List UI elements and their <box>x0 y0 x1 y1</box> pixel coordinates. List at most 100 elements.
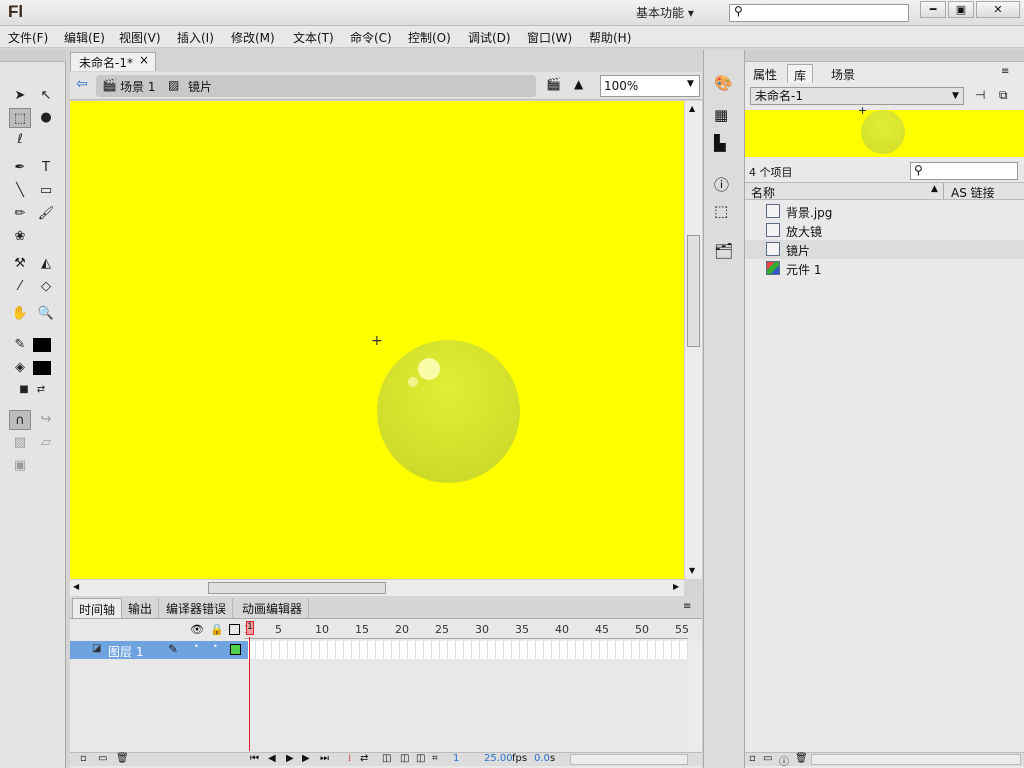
scroll-down-icon[interactable]: ▼ <box>689 566 695 575</box>
outline-icon[interactable] <box>229 624 240 635</box>
tab-timeline[interactable]: 时间轴 <box>72 598 123 618</box>
workspace-switcher[interactable]: 基本功能 ▾ <box>636 4 694 21</box>
swap-colors-icon[interactable]: ⇄ <box>30 380 52 400</box>
menu-text[interactable]: 文本(T) <box>293 29 334 46</box>
pin-library-icon[interactable]: ⊣ <box>975 88 985 102</box>
edit-symbols-icon[interactable]: ▲ <box>574 77 583 91</box>
play-icon[interactable]: ▶ <box>286 753 294 764</box>
timeline-horizontal-scrollbar[interactable] <box>570 754 688 765</box>
lock-dot[interactable]: • <box>213 642 218 651</box>
new-folder-icon[interactable]: ▭ <box>98 753 107 764</box>
minimize-button[interactable]: ━ <box>920 1 946 18</box>
stage[interactable]: + <box>70 101 684 579</box>
back-arrow-icon[interactable]: ⇦ <box>76 76 88 92</box>
scroll-up-icon[interactable]: ▲ <box>689 104 695 113</box>
library-search-input[interactable]: ⚲ <box>910 162 1018 180</box>
lens-bubble[interactable] <box>377 340 520 483</box>
menu-control[interactable]: 控制(O) <box>408 29 451 46</box>
frame-ruler[interactable]: 1 5 10 15 20 25 30 35 40 45 50 55 <box>244 621 689 639</box>
document-tab-close-icon[interactable]: × <box>139 53 149 67</box>
current-frame-readout[interactable]: 1 <box>453 753 459 764</box>
panel-menu-icon[interactable]: ≡ <box>683 601 691 612</box>
zoom-select[interactable]: 100% ▼ <box>600 75 700 97</box>
rectangle-tool-icon[interactable]: ▭ <box>35 181 57 201</box>
close-button[interactable]: ✕ <box>976 1 1020 18</box>
delete-layer-icon[interactable]: 🗑 <box>116 753 129 764</box>
rotate-skew-icon[interactable]: ▱ <box>35 433 57 453</box>
vertical-scroll-thumb[interactable] <box>687 235 700 347</box>
deco-tool-icon[interactable]: ❀ <box>9 227 31 247</box>
lock-icon[interactable]: 🔒 <box>210 623 224 636</box>
step-forward-icon[interactable]: ▶ <box>302 753 310 764</box>
library-item[interactable]: 背景.jpg <box>745 202 1024 221</box>
loop-icon[interactable]: ⇄ <box>360 753 368 764</box>
scroll-left-icon[interactable]: ◀ <box>73 582 79 591</box>
delete-icon[interactable]: 🗑 <box>795 753 808 764</box>
fill-color-swatch[interactable] <box>33 361 51 375</box>
lasso-tool-icon[interactable]: ℓ <box>9 130 31 150</box>
zoom-tool-icon[interactable]: 🔍 <box>35 304 57 324</box>
layer-name[interactable]: 图层 1 <box>108 643 143 660</box>
menu-commands[interactable]: 命令(C) <box>350 29 392 46</box>
menu-help[interactable]: 帮助(H) <box>589 29 631 46</box>
tab-library[interactable]: 库 <box>787 64 814 83</box>
3d-rotation-tool-icon[interactable]: ● <box>35 108 57 128</box>
menu-edit[interactable]: 编辑(E) <box>64 29 105 46</box>
info-icon[interactable]: ⓘ <box>714 174 729 195</box>
brush-tool-icon[interactable]: 🖌 <box>35 204 57 224</box>
layer-color-swatch[interactable] <box>230 644 241 655</box>
document-tab[interactable]: 未命名-1* × <box>70 52 156 71</box>
transform-icon[interactable]: ⬚ <box>714 202 728 220</box>
onion-outline-icon[interactable]: ◫ <box>400 753 409 764</box>
breadcrumb-symbol[interactable]: 镜片 <box>188 78 212 95</box>
new-library-panel-icon[interactable]: ⧉ <box>999 88 1008 103</box>
scale-icon[interactable]: ▣ <box>9 456 31 476</box>
free-transform-tool-icon[interactable]: ⬚ <box>9 108 31 128</box>
frame-grid[interactable] <box>248 641 688 659</box>
playhead-marker[interactable]: 1 <box>246 621 254 635</box>
eraser-tool-icon[interactable]: ◇ <box>35 277 57 297</box>
new-folder-icon[interactable]: ▭ <box>763 753 772 764</box>
straighten-icon[interactable]: ▧ <box>9 433 31 453</box>
tab-scene[interactable]: 场景 <box>825 64 861 83</box>
tab-properties[interactable]: 属性 <box>747 64 783 83</box>
library-document-select[interactable]: 未命名-1 ▼ <box>750 87 964 105</box>
library-item[interactable]: 元件 1 <box>745 259 1024 278</box>
help-search-input[interactable]: ⚲ <box>729 4 909 22</box>
stage-vertical-scrollbar[interactable]: ▲ ▼ <box>684 101 702 579</box>
edit-multiple-frames-icon[interactable]: ◫ <box>416 753 425 764</box>
fps-readout[interactable]: 25.00 <box>484 753 513 764</box>
line-tool-icon[interactable]: ╲ <box>9 181 31 201</box>
library-item[interactable]: 放大镜 <box>745 221 1024 240</box>
go-last-frame-icon[interactable]: ⏭ <box>320 753 329 764</box>
center-frame-icon[interactable]: ⁞ <box>348 753 351 764</box>
eye-icon[interactable]: 👁 <box>190 623 204 636</box>
stage-horizontal-scrollbar[interactable]: ◀ ▶ <box>70 579 684 596</box>
timeline-vertical-scrollbar[interactable] <box>688 641 702 751</box>
paint-bucket-tool-icon[interactable]: ◭ <box>35 254 57 274</box>
column-name[interactable]: 名称 <box>751 184 775 201</box>
menu-modify[interactable]: 修改(M) <box>231 29 275 46</box>
panel-menu-icon[interactable]: ≡ <box>1001 66 1009 77</box>
snap-to-objects-icon[interactable]: ∩ <box>9 410 31 430</box>
properties-icon[interactable]: ⓘ <box>779 753 789 768</box>
components-icon[interactable]: 🗂 <box>714 242 733 260</box>
stroke-color-icon[interactable]: ✎ <box>9 335 31 355</box>
sort-ascending-icon[interactable]: ▲ <box>931 184 938 194</box>
step-back-icon[interactable]: ◀ <box>268 753 276 764</box>
onion-markers-icon[interactable]: ⌗ <box>432 753 438 764</box>
eyedropper-tool-icon[interactable]: ⁄ <box>9 277 31 297</box>
layer-row[interactable]: ◪ 图层 1 ✎ • • <box>70 641 248 659</box>
restore-button[interactable]: ▣ <box>948 1 974 18</box>
menu-view[interactable]: 视图(V) <box>119 29 161 46</box>
bone-tool-icon[interactable]: ⚒ <box>9 254 31 274</box>
hand-tool-icon[interactable]: ✋ <box>9 304 31 324</box>
library-horizontal-scrollbar[interactable] <box>811 754 1021 765</box>
fill-color-icon[interactable]: ◈ <box>9 358 31 378</box>
smooth-icon[interactable]: ↪ <box>35 410 57 430</box>
new-layer-icon[interactable]: ▫ <box>80 753 87 764</box>
breadcrumb-scene[interactable]: 场景 1 <box>120 78 155 95</box>
tab-compiler-errors[interactable]: 编译器错误 <box>160 598 234 618</box>
pen-tool-icon[interactable]: ✒ <box>9 158 31 178</box>
menu-file[interactable]: 文件(F) <box>8 29 48 46</box>
